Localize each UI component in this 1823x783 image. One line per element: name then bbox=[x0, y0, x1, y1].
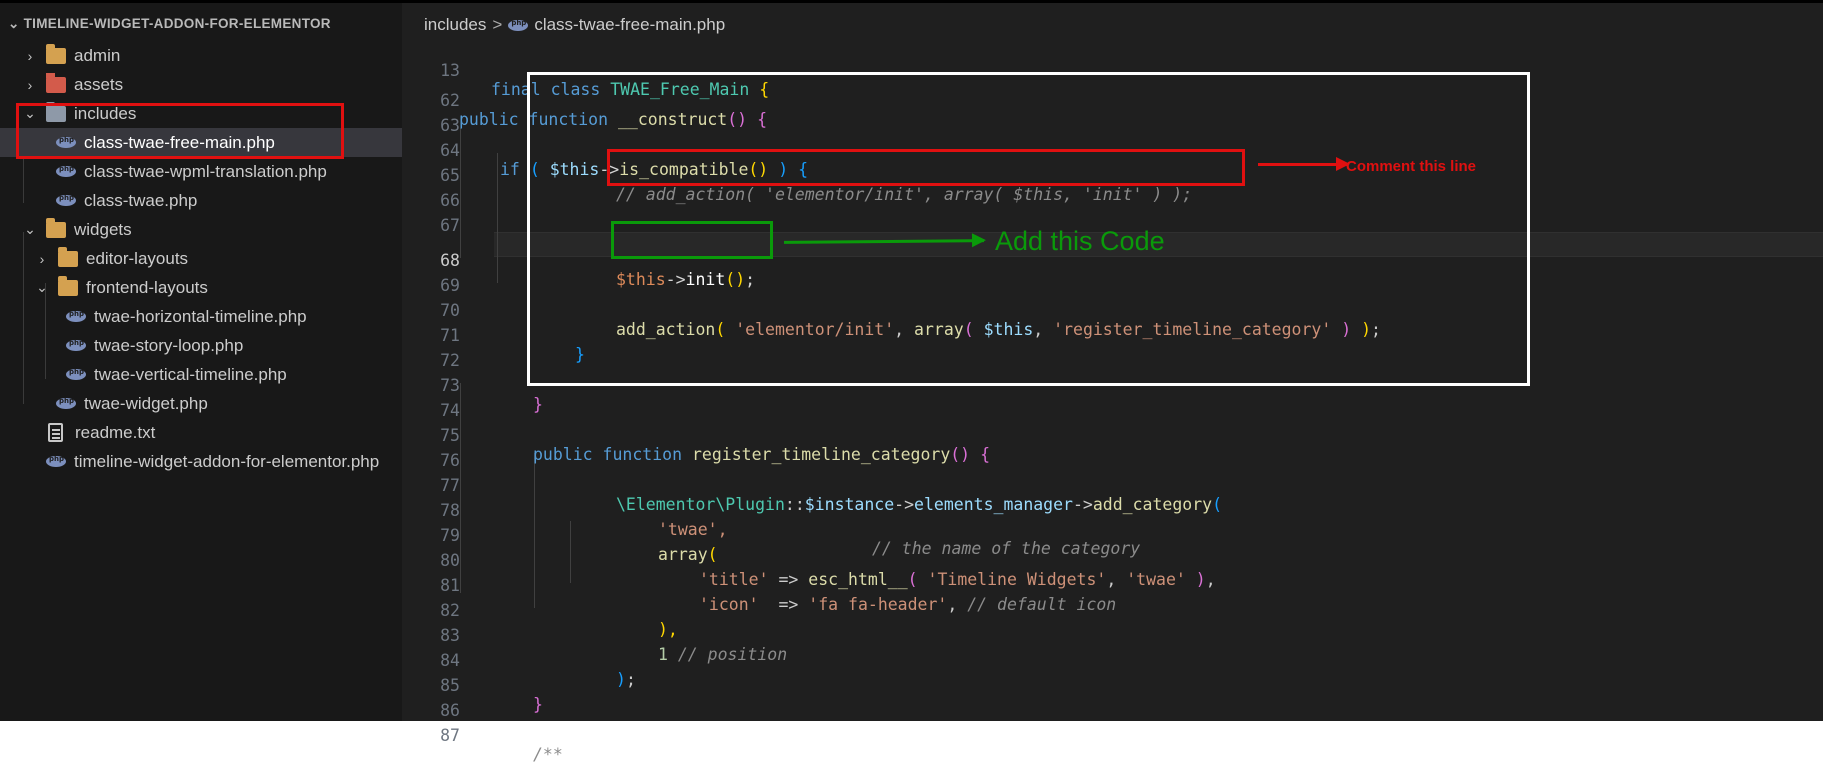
code-line[interactable]: 85 } bbox=[402, 657, 1823, 714]
tree-item-twae-horizontal-timeline[interactable]: twae-horizontal-timeline.php bbox=[0, 302, 402, 331]
php-file-icon bbox=[56, 194, 76, 206]
add-code-instruction-label: Add this Code bbox=[995, 226, 1165, 256]
tree-item-twae-vertical-timeline[interactable]: twae-vertical-timeline.php bbox=[0, 360, 402, 389]
code-line[interactable]: 87 /** bbox=[402, 707, 1823, 764]
breadcrumb-file[interactable]: class-twae-free-main.php bbox=[534, 15, 725, 35]
chevron-right-icon: › bbox=[27, 47, 33, 64]
add-code-highlight-box bbox=[611, 221, 773, 259]
text-file-icon bbox=[48, 423, 63, 442]
tree-item-readme[interactable]: readme.txt bbox=[0, 418, 402, 447]
tree-item-label: editor-layouts bbox=[86, 248, 189, 268]
tree-item-label: timeline-widget-addon-for-elementor.php bbox=[74, 451, 380, 471]
tree-item-frontend-layouts[interactable]: ⌄ frontend-layouts bbox=[0, 273, 402, 302]
code-line[interactable]: 78 'twae', // the name of the category bbox=[402, 482, 1823, 558]
breadcrumb-folder[interactable]: includes bbox=[424, 15, 486, 35]
breadcrumb-separator: > bbox=[492, 15, 503, 34]
php-file-icon bbox=[66, 310, 86, 322]
tree-item-widgets[interactable]: ⌄ widgets bbox=[0, 215, 402, 244]
tree-item-label: widgets bbox=[74, 219, 132, 239]
chevron-down-icon: ⌄ bbox=[24, 221, 36, 237]
tree-item-class-twae-wpml-translation[interactable]: class-twae-wpml-translation.php bbox=[0, 157, 402, 186]
tree-item-label: twae-vertical-timeline.php bbox=[94, 364, 287, 384]
breadcrumb: includes > class-twae-free-main.php bbox=[424, 15, 725, 35]
code-line[interactable]: 84 ); bbox=[402, 632, 1823, 689]
code-line[interactable]: 75 public function register_timeline_cat… bbox=[402, 407, 1823, 464]
comment-line-highlight-box bbox=[607, 149, 1245, 186]
tree-item-label: twae-horizontal-timeline.php bbox=[94, 306, 307, 326]
sticky-scroll-line[interactable]: 13 final class TWAE_Free_Main { bbox=[402, 42, 1823, 99]
tree-item-label: assets bbox=[74, 74, 124, 94]
code-line[interactable]: 81 'icon' => 'fa fa-header', // default … bbox=[402, 557, 1823, 614]
php-file-icon bbox=[56, 165, 76, 177]
php-file-icon bbox=[66, 339, 86, 351]
tree-item-assets[interactable]: › assets bbox=[0, 70, 402, 99]
chevron-down-icon: ⌄ bbox=[8, 16, 20, 31]
explorer-root-label: TIMELINE-WIDGET-ADDON-FOR-ELEMENTOR bbox=[23, 16, 331, 31]
code-comment: /** bbox=[533, 745, 563, 764]
php-file-icon bbox=[508, 19, 529, 31]
code-line[interactable]: 76 bbox=[402, 432, 1823, 470]
tree-item-class-twae[interactable]: class-twae.php bbox=[0, 186, 402, 215]
folder-icon bbox=[46, 43, 66, 64]
tree-item-label: twae-widget.php bbox=[84, 393, 208, 413]
tree-item-label: admin bbox=[74, 45, 121, 65]
tree-item-label: class-twae.php bbox=[84, 190, 198, 210]
php-file-icon bbox=[56, 397, 76, 409]
tree-item-admin[interactable]: › admin bbox=[0, 41, 402, 70]
folder-icon bbox=[58, 246, 78, 267]
php-file-icon bbox=[46, 455, 66, 467]
tree-item-twae-widget[interactable]: twae-widget.php bbox=[0, 389, 402, 418]
line-number: 87 bbox=[440, 726, 460, 745]
chevron-right-icon: › bbox=[27, 76, 33, 93]
code-line[interactable]: 83 1 // position bbox=[402, 607, 1823, 664]
assets-folder-icon bbox=[46, 72, 66, 93]
tree-item-label: class-twae-wpml-translation.php bbox=[84, 161, 327, 181]
code-line[interactable]: 86 bbox=[402, 682, 1823, 720]
file-highlight-box bbox=[16, 103, 344, 159]
tree-item-label: twae-story-loop.php bbox=[94, 335, 244, 355]
folder-open-icon bbox=[58, 275, 78, 296]
red-arrow-icon bbox=[1258, 157, 1350, 171]
folder-open-icon bbox=[46, 217, 66, 238]
tree-item-timeline-widget-addon-main[interactable]: timeline-widget-addon-for-elementor.php bbox=[0, 447, 402, 476]
tree-item-twae-story-loop[interactable]: twae-story-loop.php bbox=[0, 331, 402, 360]
code-line[interactable]: 80 'title' => esc_html__( 'Timeline Widg… bbox=[402, 532, 1823, 589]
comment-instruction-label: Comment this line bbox=[1346, 158, 1477, 175]
chevron-right-icon: › bbox=[39, 250, 45, 267]
php-file-icon bbox=[66, 368, 86, 380]
tree-item-editor-layouts[interactable]: › editor-layouts bbox=[0, 244, 402, 273]
explorer-root-header[interactable]: ⌄ TIMELINE-WIDGET-ADDON-FOR-ELEMENTOR bbox=[8, 16, 331, 32]
tree-item-label: frontend-layouts bbox=[86, 277, 208, 297]
code-line[interactable]: 82 ), bbox=[402, 582, 1823, 639]
code-line[interactable]: 77 \Elementor\Plugin::$instance->element… bbox=[402, 457, 1823, 514]
code-line[interactable]: 79 array( bbox=[402, 507, 1823, 564]
chevron-down-icon: ⌄ bbox=[36, 279, 48, 295]
tree-item-label: readme.txt bbox=[75, 422, 156, 442]
